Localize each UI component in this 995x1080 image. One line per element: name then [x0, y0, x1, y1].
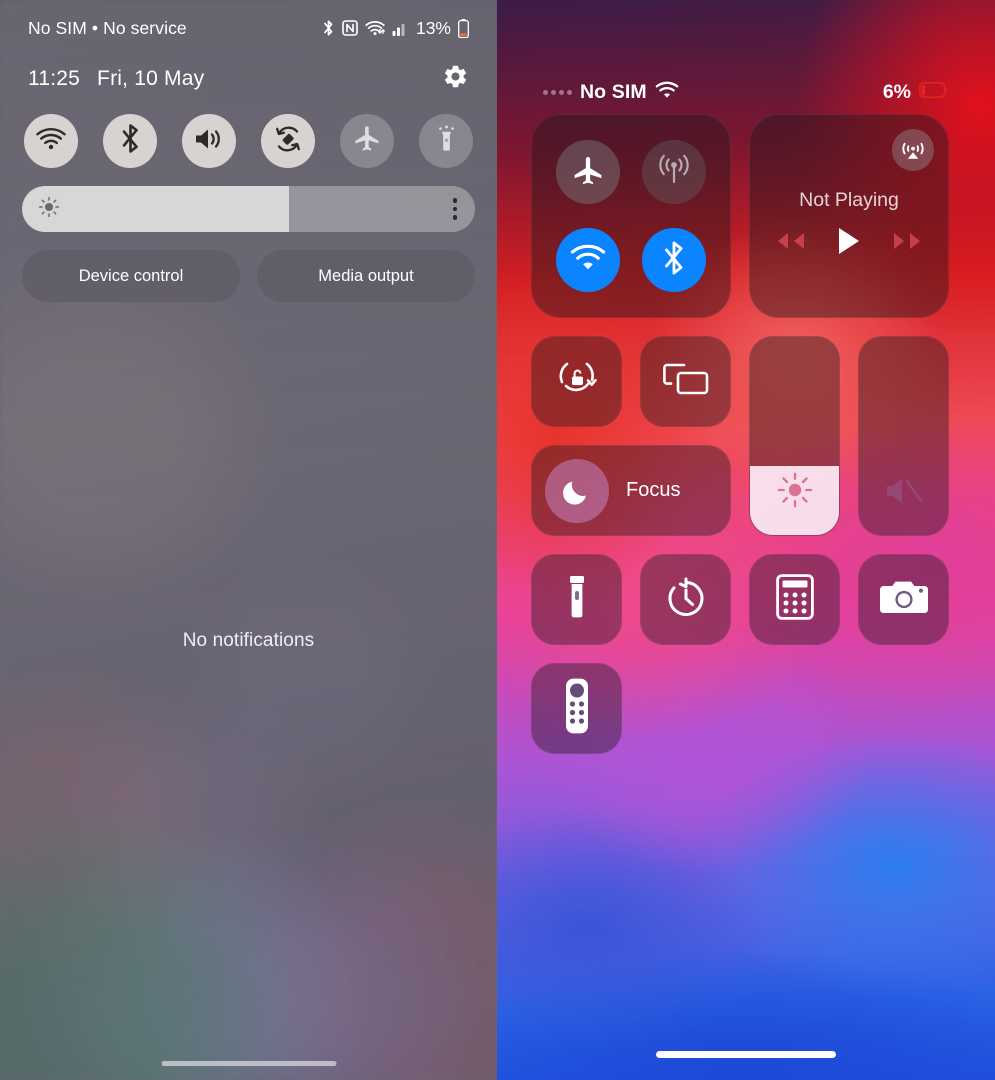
fast-forward-icon[interactable] — [892, 230, 926, 257]
android-quick-settings-panel: No SIM • No service 13% 11:25 Fri, 10 Ma… — [0, 0, 497, 1080]
airplane-mode-toggle[interactable] — [556, 140, 620, 204]
ios-carrier-label: No SIM — [580, 81, 647, 103]
cc-app-tiles-row-2 — [531, 663, 961, 754]
focus-tile[interactable]: Focus — [531, 445, 731, 536]
android-clock: 11:25 — [28, 67, 80, 90]
remote-icon — [562, 677, 592, 740]
media-title: Not Playing — [799, 189, 899, 211]
gear-icon[interactable] — [442, 63, 469, 95]
flashlight-icon — [564, 573, 590, 626]
sidebar-toggle-bluetooth[interactable] — [103, 114, 157, 168]
ios-status-bar: No SIM 6% — [531, 0, 961, 112]
bluetooth-icon — [322, 19, 335, 37]
volume-icon — [194, 126, 224, 157]
battery-icon — [458, 18, 469, 38]
signal-bars-icon — [392, 21, 408, 36]
wifi-icon — [36, 127, 66, 156]
airplane-icon — [571, 153, 605, 192]
bluetooth-toggle[interactable] — [642, 228, 706, 292]
camera-tile[interactable] — [858, 554, 949, 645]
timer-tile[interactable] — [640, 554, 731, 645]
wifi-toggle[interactable] — [556, 228, 620, 292]
brightness-slider[interactable] — [22, 186, 475, 232]
screen-mirroring-tile[interactable] — [640, 336, 731, 427]
ios-battery-percent: 6% — [882, 81, 911, 103]
media-playback-module[interactable]: Not Playing — [749, 114, 949, 318]
sidebar-toggle-flashlight[interactable] — [419, 114, 473, 168]
airplane-icon — [353, 124, 382, 158]
android-action-buttons: Device control Media output — [22, 250, 475, 302]
connectivity-module[interactable] — [531, 114, 731, 318]
sidebar-toggle-wifi[interactable] — [24, 114, 78, 168]
flashlight-tile[interactable] — [531, 554, 622, 645]
apple-tv-remote-tile[interactable] — [531, 663, 622, 754]
sidebar-toggle-sound[interactable] — [182, 114, 236, 168]
bluetooth-icon — [662, 241, 686, 280]
wifi-icon — [655, 81, 679, 104]
cellular-antenna-icon — [656, 154, 692, 191]
cc-left-column: Focus — [531, 336, 731, 536]
dual-panel-screenshot: No SIM • No service 13% 11:25 Fri, 10 Ma… — [0, 0, 995, 1080]
sidebar-toggle-airplane-mode[interactable] — [340, 114, 394, 168]
device-control-button[interactable]: Device control — [22, 250, 240, 302]
android-battery-percent: 13% — [415, 17, 451, 38]
calculator-tile[interactable] — [749, 554, 840, 645]
sidebar-toggle-auto-rotate[interactable] — [261, 114, 315, 168]
signal-dots-icon — [543, 90, 572, 95]
rewind-icon[interactable] — [772, 230, 806, 257]
control-center-grid: Not Playing Focus — [531, 114, 961, 754]
brightness-slider-fill — [22, 186, 290, 232]
media-output-button[interactable]: Media output — [257, 250, 475, 302]
android-time-row: 11:25 Fri, 10 May — [22, 58, 475, 100]
wifi-icon — [570, 244, 606, 277]
cellular-data-toggle[interactable] — [642, 140, 706, 204]
bluetooth-icon — [120, 124, 141, 158]
ios-control-center-panel: No SIM 6% Not Playing Focus — [497, 0, 995, 1080]
timer-icon — [663, 574, 709, 625]
play-icon[interactable] — [836, 226, 862, 261]
cc-middle-section: Focus — [531, 336, 961, 536]
android-toggle-row — [22, 114, 475, 168]
ios-volume-slider[interactable] — [858, 336, 949, 536]
home-indicator[interactable] — [656, 1051, 836, 1058]
flashlight-icon — [433, 124, 460, 158]
airplay-icon[interactable] — [892, 129, 934, 171]
rotation-lock-tile[interactable] — [531, 336, 622, 427]
auto-rotate-icon — [273, 124, 303, 159]
wifi-icon — [365, 20, 385, 36]
cc-app-tiles-row-1 — [531, 554, 961, 645]
ios-brightness-slider[interactable] — [749, 336, 840, 536]
rotation-lock-icon — [554, 356, 600, 407]
more-vertical-icon[interactable] — [452, 198, 457, 220]
cc-top-row: Not Playing — [531, 114, 961, 318]
camera-icon — [879, 577, 929, 622]
brightness-sun-icon — [750, 471, 839, 509]
moon-icon — [545, 458, 609, 523]
battery-low-icon — [919, 82, 949, 103]
volume-mute-icon — [859, 473, 948, 509]
screen-mirroring-icon — [662, 359, 710, 404]
focus-label: Focus — [626, 479, 681, 501]
no-notifications-label: No notifications — [182, 630, 315, 651]
android-carrier-label: No SIM • No service — [28, 17, 187, 38]
nfc-icon — [342, 20, 358, 36]
home-indicator[interactable] — [161, 1061, 336, 1066]
android-date: Fri, 10 May — [97, 67, 205, 90]
android-status-bar: No SIM • No service 13% — [22, 0, 475, 56]
calculator-icon — [775, 574, 814, 625]
media-transport-controls — [772, 226, 926, 261]
brightness-sun-icon — [38, 196, 60, 223]
